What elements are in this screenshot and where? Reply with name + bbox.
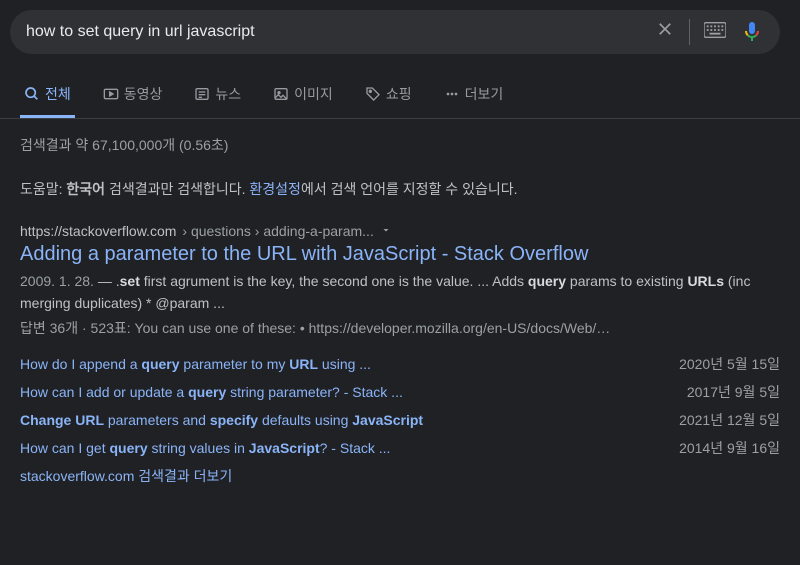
snippet-sep: — <box>94 273 116 289</box>
snippet-bold: query <box>528 273 566 289</box>
snippet-bold: set <box>120 273 140 289</box>
search-bar <box>10 10 780 54</box>
tip-mid: 검색결과만 검색합니다. <box>105 181 249 197</box>
tag-icon <box>365 86 381 102</box>
related-date: 2021년 12월 5일 <box>679 410 780 430</box>
snippet-text: params to existing <box>566 273 687 289</box>
related-link[interactable]: Change URL parameters and specify defaul… <box>20 412 659 428</box>
search-input[interactable] <box>26 23 655 41</box>
url-path: › questions › adding-a-param... <box>182 223 373 239</box>
result-meta: 답변 36개 · 523표: You can use one of these:… <box>20 318 780 338</box>
tab-label: 쇼핑 <box>386 84 412 104</box>
tab-videos[interactable]: 동영상 <box>99 72 167 118</box>
related-row: How can I add or update a query string p… <box>20 378 780 406</box>
tip-suffix: 에서 검색 언어를 지정할 수 있습니다. <box>301 181 518 197</box>
tab-label: 이미지 <box>294 84 333 104</box>
related-link[interactable]: How do I append a query parameter to my … <box>20 356 659 372</box>
tab-label: 뉴스 <box>215 84 241 104</box>
related-row: How can I get query string values in Jav… <box>20 434 780 462</box>
tab-images[interactable]: 이미지 <box>269 72 337 118</box>
search-result: https://stackoverflow.com › questions › … <box>20 223 780 490</box>
tab-news[interactable]: 뉴스 <box>190 72 245 118</box>
more-results-link[interactable]: stackoverflow.com 검색결과 더보기 <box>20 462 780 490</box>
mic-icon[interactable] <box>740 19 764 46</box>
related-row: How do I append a query parameter to my … <box>20 350 780 378</box>
more-icon <box>444 86 460 102</box>
news-icon <box>194 86 210 102</box>
result-url[interactable]: https://stackoverflow.com › questions › … <box>20 223 780 239</box>
url-base: https://stackoverflow.com <box>20 223 176 239</box>
tab-all[interactable]: 전체 <box>20 72 75 118</box>
tab-shopping[interactable]: 쇼핑 <box>361 72 416 118</box>
tip-bold: 한국어 <box>66 181 105 197</box>
search-tabs: 전체 동영상 뉴스 이미지 쇼핑 더보기 <box>0 72 800 119</box>
tab-label: 동영상 <box>124 84 163 104</box>
tab-more[interactable]: 더보기 <box>440 72 508 118</box>
related-link[interactable]: How can I add or update a query string p… <box>20 384 667 400</box>
search-icon <box>24 86 40 102</box>
related-date: 2020년 5월 15일 <box>679 354 780 374</box>
related-date: 2017년 9월 5일 <box>687 382 780 402</box>
snippet-text: first agrument is the key, the second on… <box>140 273 528 289</box>
result-title[interactable]: Adding a parameter to the URL with JavaS… <box>20 243 780 266</box>
tip-prefix: 도움말: <box>20 181 66 197</box>
result-snippet: 2009. 1. 28. — .set first agrument is th… <box>20 270 780 314</box>
results-stats: 검색결과 약 67,100,000개 (0.56초) <box>20 135 780 155</box>
video-icon <box>103 86 119 102</box>
tab-label: 전체 <box>45 84 71 104</box>
chevron-down-icon[interactable] <box>380 223 392 239</box>
settings-link[interactable]: 환경설정 <box>249 181 301 197</box>
tab-label: 더보기 <box>465 84 504 104</box>
clear-icon[interactable] <box>655 19 690 45</box>
keyboard-icon[interactable] <box>704 22 726 43</box>
search-icons <box>655 19 764 46</box>
search-tip: 도움말: 한국어 검색결과만 검색합니다. 환경설정에서 검색 언어를 지정할 … <box>20 179 780 199</box>
image-icon <box>273 86 289 102</box>
snippet-bold: URLs <box>687 273 724 289</box>
result-date: 2009. 1. 28. <box>20 273 94 289</box>
content: 검색결과 약 67,100,000개 (0.56초) 도움말: 한국어 검색결과… <box>0 119 800 506</box>
related-date: 2014년 9월 16일 <box>679 438 780 458</box>
related-row: Change URL parameters and specify defaul… <box>20 406 780 434</box>
related-link[interactable]: How can I get query string values in Jav… <box>20 440 659 456</box>
